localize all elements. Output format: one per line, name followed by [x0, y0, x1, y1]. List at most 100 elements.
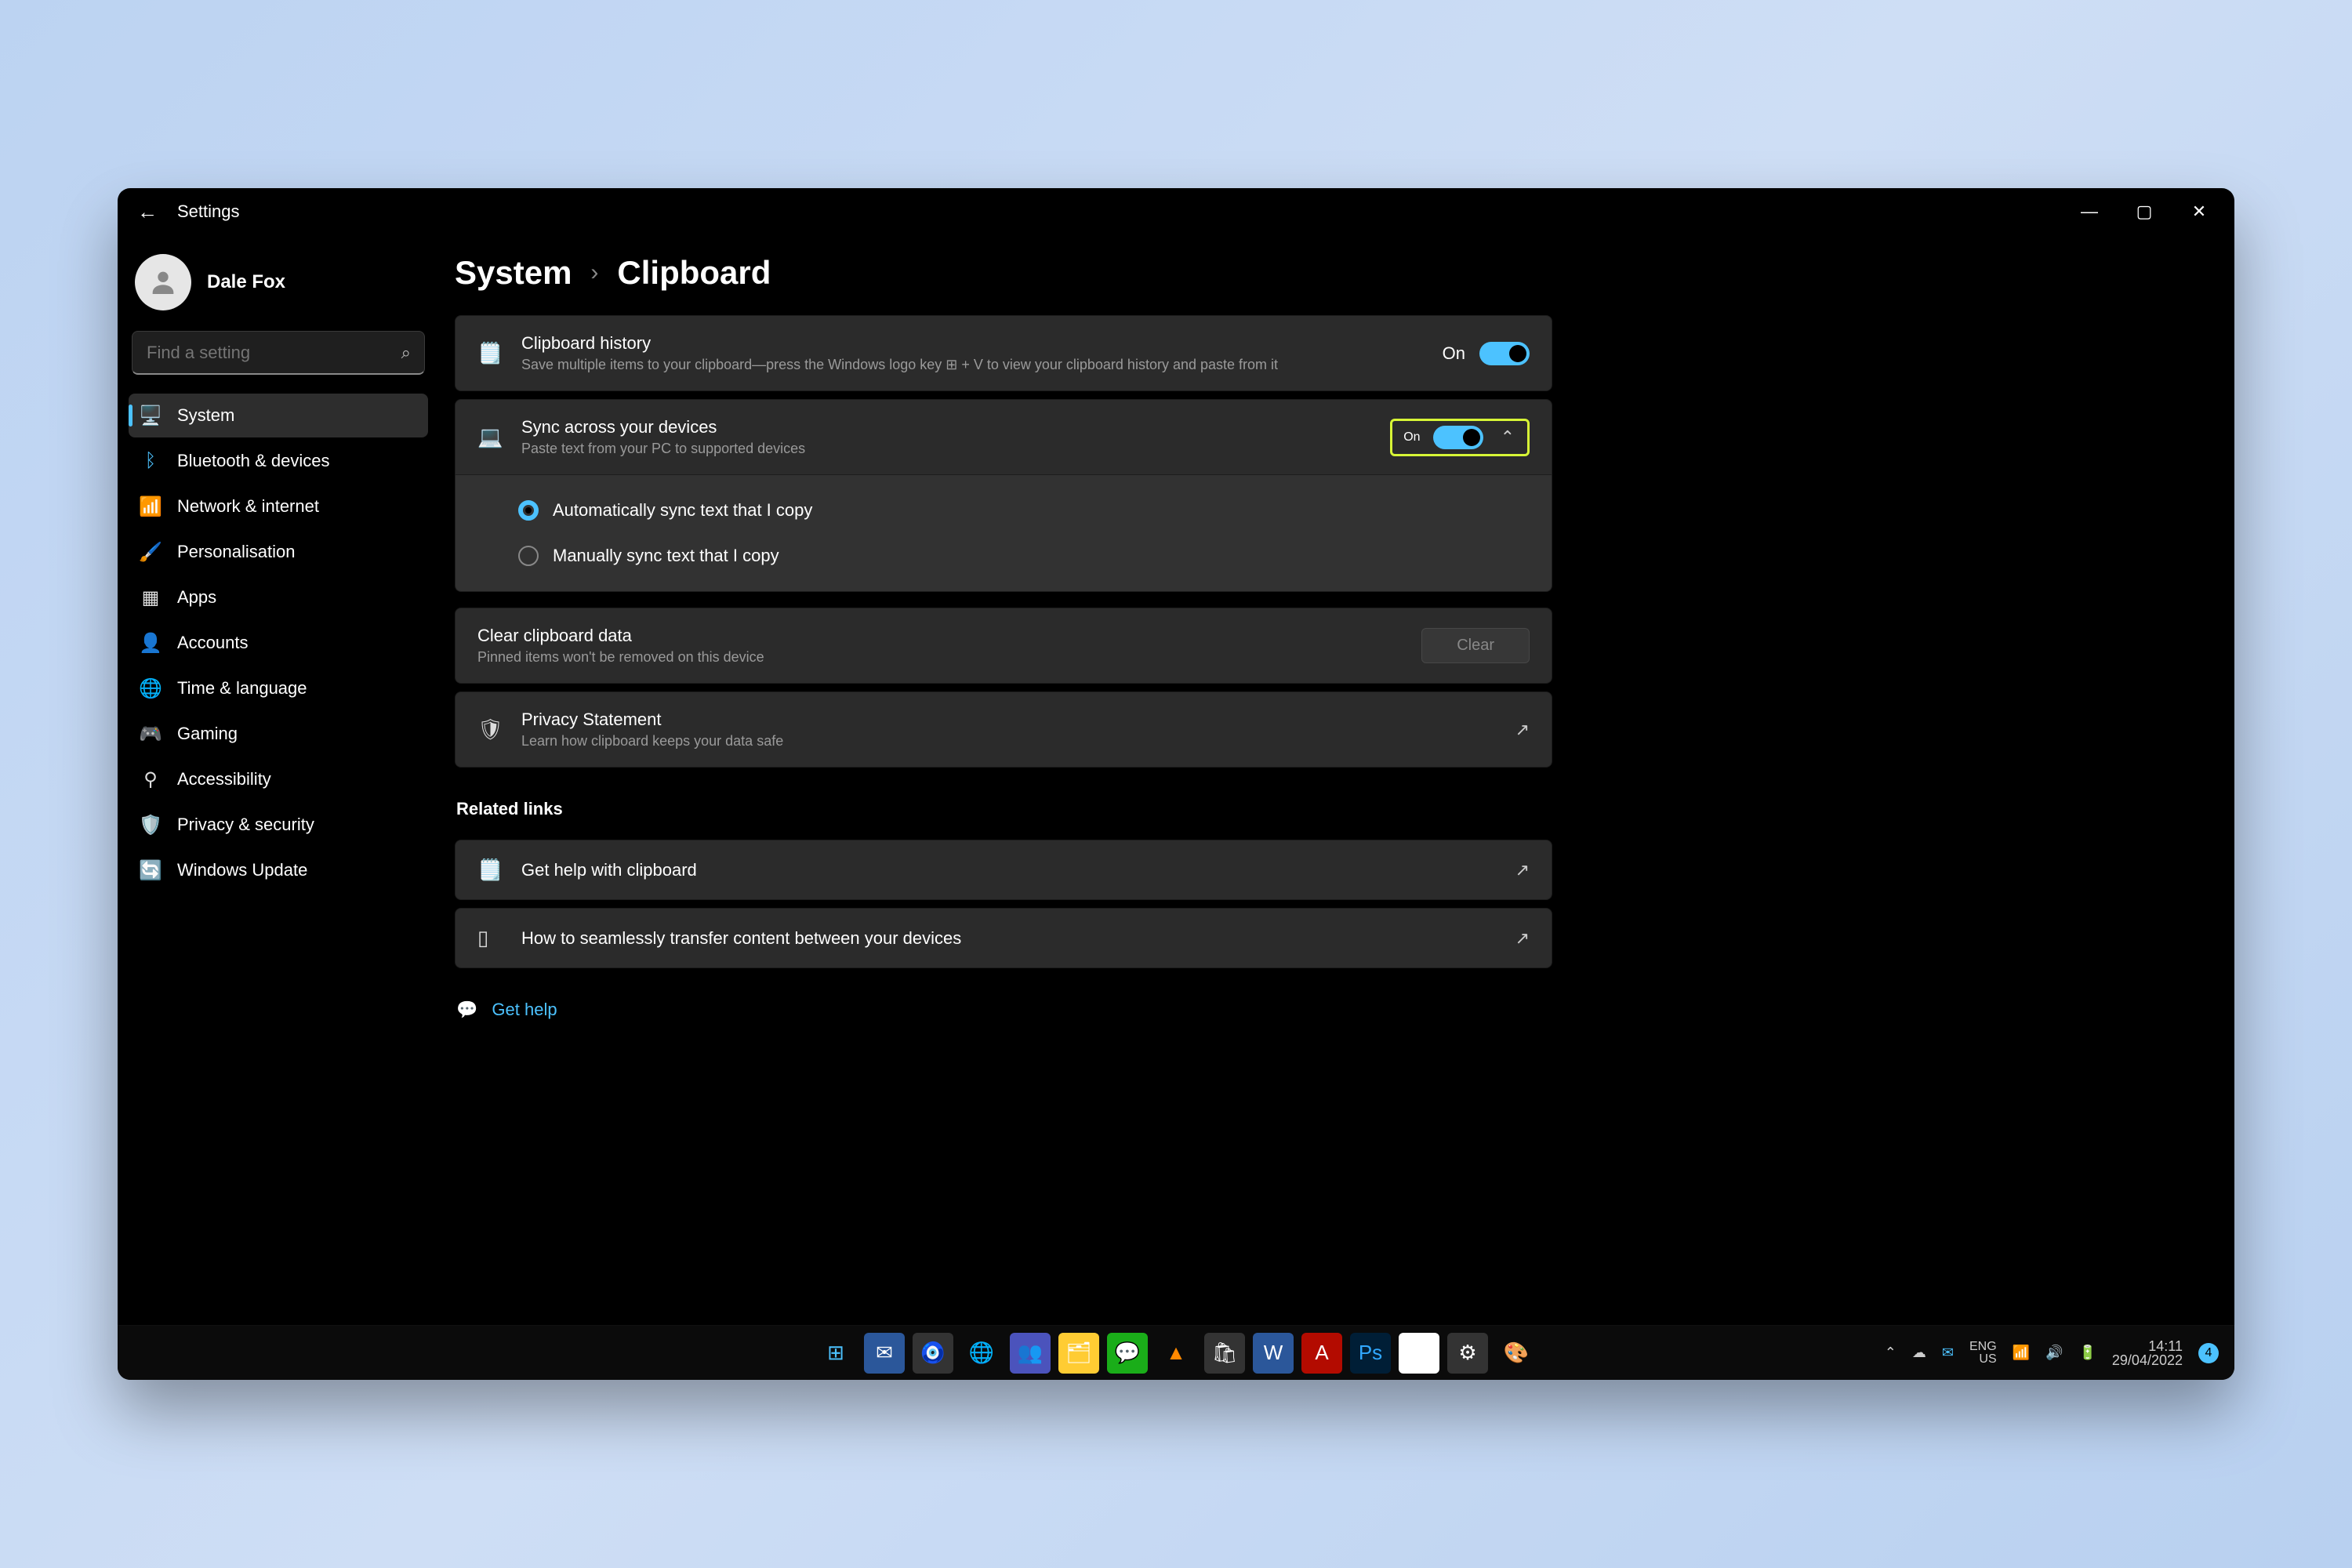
clear-button[interactable]: Clear	[1421, 628, 1530, 663]
sync-toggle[interactable]	[1433, 426, 1483, 449]
sidebar-item-gaming[interactable]: 🎮 Gaming	[129, 712, 428, 756]
maximize-button[interactable]: ▢	[2117, 188, 2172, 235]
card-title: Clipboard history	[521, 333, 1422, 354]
get-help-row[interactable]: 💬 Get help	[456, 1000, 1552, 1020]
card-clear: Clear clipboard data Pinned items won't …	[455, 608, 1552, 684]
back-button[interactable]: ←	[133, 200, 162, 224]
sidebar-item-accessibility[interactable]: ⚲ Accessibility	[129, 757, 428, 801]
related-link-transfer[interactable]: ▯ How to seamlessly transfer content bet…	[455, 908, 1552, 968]
nav-icon: 📶	[140, 495, 162, 517]
nav-label: Gaming	[177, 724, 238, 744]
shield-icon: 🛡	[477, 717, 501, 742]
nav-label: Personalisation	[177, 542, 295, 562]
search-input[interactable]	[132, 331, 425, 375]
taskbar-app-teams[interactable]: 👥	[1010, 1333, 1051, 1374]
get-help-link[interactable]: Get help	[492, 1000, 557, 1020]
external-link-icon: ↗	[1515, 720, 1530, 740]
wifi-icon[interactable]: 📶	[2013, 1345, 2030, 1361]
volume-icon[interactable]: 🔊	[2045, 1345, 2063, 1361]
start-button[interactable]: ⊞	[815, 1333, 856, 1374]
settings-window: ← Settings ― ▢ ✕ Dale Fox ⌕ 🖥️ Systemᛒ B…	[118, 188, 2234, 1380]
clipboard-icon: 🗒️	[477, 341, 501, 365]
card-title: Sync across your devices	[521, 417, 1370, 437]
nav-icon: 🖥️	[140, 405, 162, 426]
taskbar-app-word[interactable]: W	[1253, 1333, 1294, 1374]
sync-toggle-highlight: On ⌃	[1390, 419, 1530, 456]
minimize-button[interactable]: ―	[2062, 188, 2117, 235]
external-link-icon: ↗	[1515, 860, 1530, 880]
nav-icon: 🔄	[140, 859, 162, 881]
tray-mail-icon[interactable]: ✉	[1942, 1345, 1954, 1361]
taskbar-app-chrome[interactable]: 🌐	[961, 1333, 1002, 1374]
sidebar-item-privacy-security[interactable]: 🛡️ Privacy & security	[129, 803, 428, 847]
search-box[interactable]: ⌕	[132, 331, 425, 375]
sidebar-item-network-internet[interactable]: 📶 Network & internet	[129, 485, 428, 528]
taskbar-app-copilot[interactable]: 🧿	[913, 1333, 953, 1374]
nav-label: System	[177, 405, 234, 426]
nav-icon: 👤	[140, 632, 162, 654]
app-title: Settings	[177, 201, 240, 222]
chevron-right-icon: ›	[590, 260, 598, 286]
toggle-state: On	[1403, 430, 1420, 445]
nav-icon: 🛡️	[140, 814, 162, 836]
sidebar-item-time-language[interactable]: 🌐 Time & language	[129, 666, 428, 710]
radio-label: Automatically sync text that I copy	[553, 500, 812, 521]
card-title: Clear clipboard data	[477, 626, 1401, 646]
sidebar: Dale Fox ⌕ 🖥️ Systemᛒ Bluetooth & device…	[118, 235, 439, 1325]
taskbar-app-acrobat[interactable]: A	[1301, 1333, 1342, 1374]
battery-icon[interactable]: 🔋	[2078, 1345, 2096, 1361]
sidebar-item-personalisation[interactable]: 🖌️ Personalisation	[129, 530, 428, 574]
sidebar-item-bluetooth-devices[interactable]: ᛒ Bluetooth & devices	[129, 439, 428, 483]
clipboard-icon: 🗒️	[477, 858, 501, 882]
related-heading: Related links	[456, 799, 1552, 819]
taskbar-app-explorer[interactable]: 🗂	[1058, 1333, 1099, 1374]
taskbar-app-vlc[interactable]: ▲	[1156, 1333, 1196, 1374]
nav-icon: 🌐	[140, 677, 162, 699]
nav-label: Network & internet	[177, 496, 319, 517]
breadcrumb-root[interactable]: System	[455, 254, 572, 292]
taskbar-center: ⊞ ✉ 🧿 🌐 👥 🗂 💬 ▲ 🛍 W A Ps ✱ ⚙ 🎨	[815, 1333, 1537, 1374]
toggle-state: On	[1443, 343, 1465, 364]
avatar	[135, 254, 191, 310]
link-label: How to seamlessly transfer content betwe…	[521, 928, 1495, 949]
sidebar-item-windows-update[interactable]: 🔄 Windows Update	[129, 848, 428, 892]
nav-label: Privacy & security	[177, 815, 314, 835]
sidebar-item-apps[interactable]: ▦ Apps	[129, 575, 428, 619]
sidebar-item-accounts[interactable]: 👤 Accounts	[129, 621, 428, 665]
sidebar-item-system[interactable]: 🖥️ System	[129, 394, 428, 437]
language-indicator[interactable]: ENG US	[1969, 1341, 1997, 1366]
tray-overflow-icon[interactable]: ⌃	[1885, 1345, 1896, 1361]
card-clipboard-history[interactable]: 🗒️ Clipboard history Save multiple items…	[455, 315, 1552, 391]
card-desc: Pinned items won't be removed on this de…	[477, 649, 1401, 666]
taskbar-app-slack[interactable]: ✱	[1399, 1333, 1439, 1374]
related-link-help[interactable]: 🗒️ Get help with clipboard ↗	[455, 840, 1552, 900]
nav-label: Apps	[177, 587, 216, 608]
taskbar-app-store[interactable]: 🛍	[1204, 1333, 1245, 1374]
card-privacy[interactable]: 🛡 Privacy Statement Learn how clipboard …	[455, 691, 1552, 768]
devices-icon: 💻	[477, 425, 501, 449]
close-button[interactable]: ✕	[2172, 188, 2227, 235]
taskbar-app-wechat[interactable]: 💬	[1107, 1333, 1148, 1374]
card-title: Privacy Statement	[521, 710, 1495, 730]
tray-onedrive-icon[interactable]: ☁	[1912, 1345, 1926, 1361]
sync-option-1[interactable]: Manually sync text that I copy	[518, 533, 1530, 579]
taskbar-app-outlook[interactable]: ✉	[864, 1333, 905, 1374]
card-desc: Save multiple items to your clipboard—pr…	[521, 357, 1422, 373]
clock[interactable]: 14:11 29/04/2022	[2112, 1339, 2183, 1367]
taskbar-app-photoshop[interactable]: Ps	[1350, 1333, 1391, 1374]
card-desc: Learn how clipboard keeps your data safe	[521, 733, 1495, 750]
taskbar-app-settings[interactable]: ⚙	[1447, 1333, 1488, 1374]
nav-icon: ▦	[140, 586, 162, 608]
nav-icon: 🎮	[140, 723, 162, 745]
history-toggle[interactable]	[1479, 342, 1530, 365]
nav-label: Bluetooth & devices	[177, 451, 329, 471]
main-content: System › Clipboard 🗒️ Clipboard history …	[439, 235, 2234, 1325]
document-icon: ▯	[477, 926, 501, 950]
help-icon: 💬	[456, 1000, 477, 1020]
user-block[interactable]: Dale Fox	[129, 243, 428, 331]
taskbar-app-paint[interactable]: 🎨	[1496, 1333, 1537, 1374]
chevron-up-icon[interactable]: ⌃	[1496, 427, 1519, 448]
notification-badge[interactable]: 4	[2198, 1343, 2219, 1363]
sync-option-0[interactable]: Automatically sync text that I copy	[518, 488, 1530, 533]
card-sync[interactable]: 💻 Sync across your devices Paste text fr…	[455, 399, 1552, 475]
